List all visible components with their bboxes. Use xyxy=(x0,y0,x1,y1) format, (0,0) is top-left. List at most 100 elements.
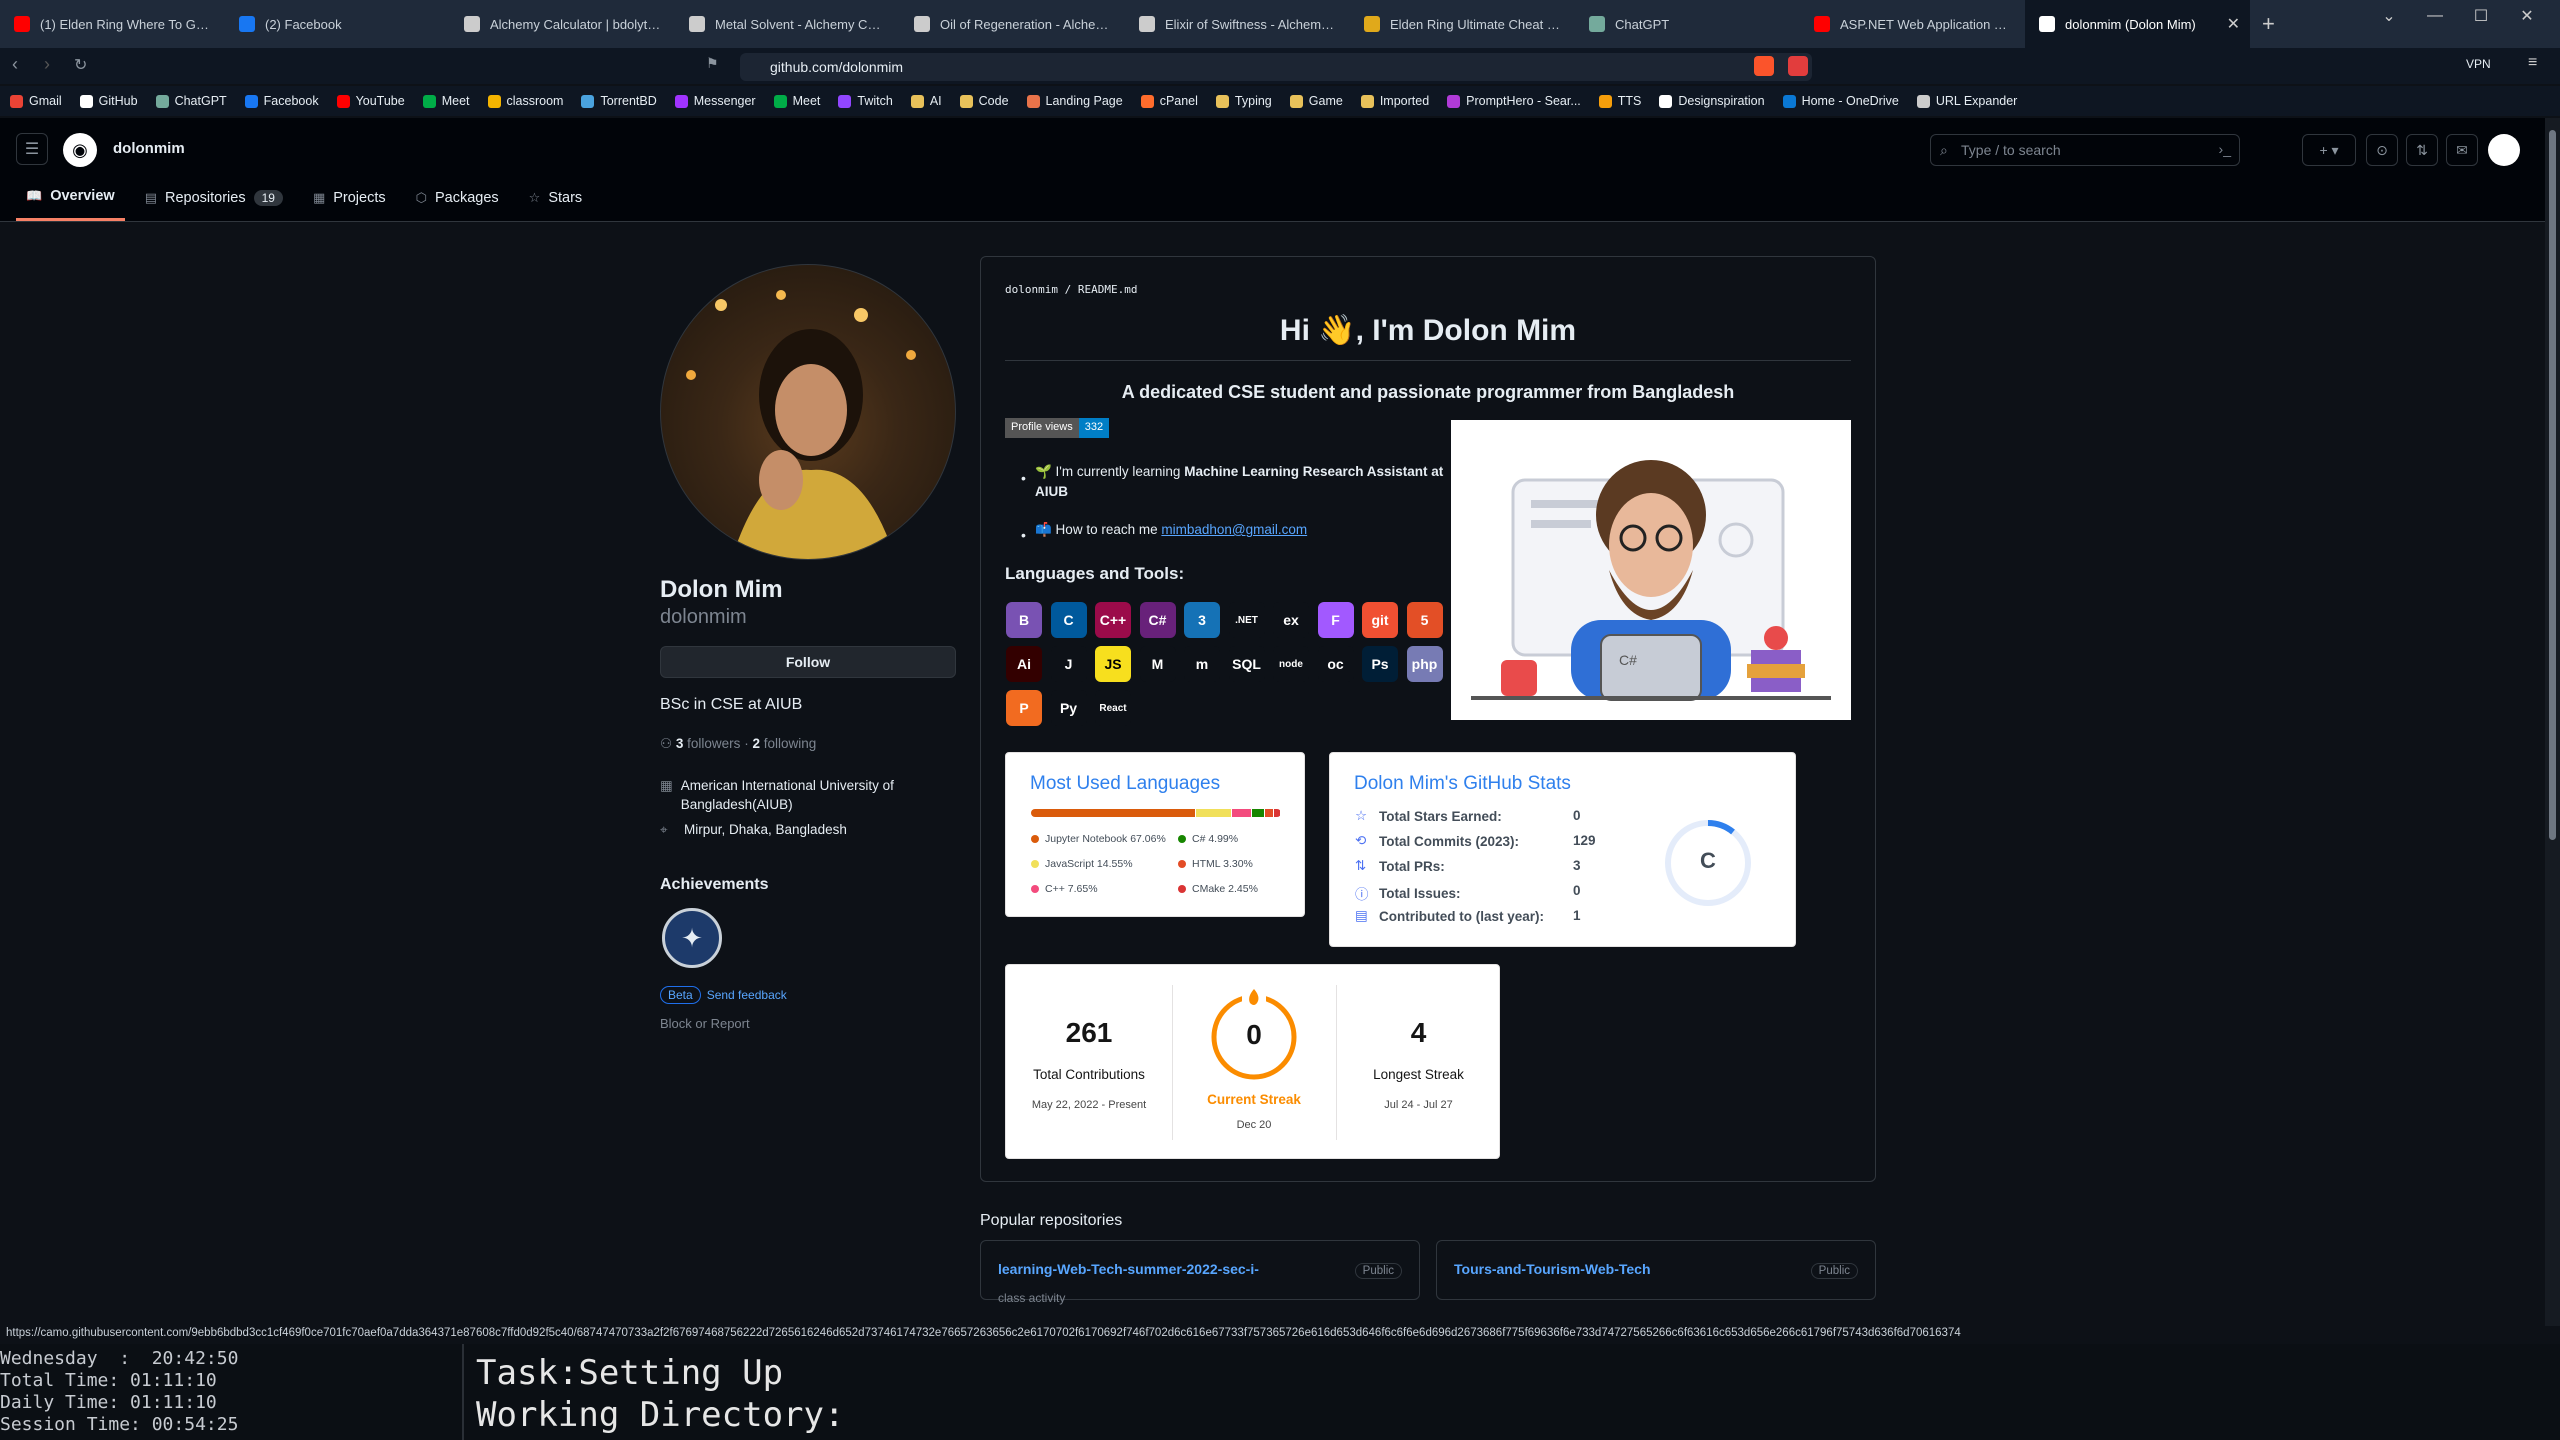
language-item: HTML 3.30% xyxy=(1178,858,1253,870)
bookmark-item[interactable]: URL Expander xyxy=(1916,94,2017,108)
bookmark-label: Landing Page xyxy=(1045,94,1123,108)
user-avatar-icon[interactable] xyxy=(2488,134,2520,166)
language-bar-segment xyxy=(1232,809,1251,817)
search-icon: ⌕ xyxy=(1940,142,1948,158)
bookmark-item[interactable]: Game xyxy=(1289,94,1343,108)
browser-tab[interactable]: Metal Solvent - Alchemy Calculato xyxy=(675,0,900,48)
maximize-button[interactable]: ☐ xyxy=(2458,0,2504,32)
header-username[interactable]: dolonmim xyxy=(113,140,185,157)
readme-path: dolonmim / README.md xyxy=(1005,283,1138,296)
inbox-icon[interactable]: ✉ xyxy=(2446,134,2478,166)
browser-tab[interactable]: Elden Ring Ultimate Cheat Engine xyxy=(1350,0,1575,48)
tab-projects[interactable]: ▦ Projects xyxy=(303,184,396,221)
new-tab-button[interactable]: + xyxy=(2250,11,2287,37)
browser-tab[interactable]: dolonmim (Dolon Mim) ✕ xyxy=(2025,0,2250,48)
hamburger-menu-icon[interactable]: ☰ xyxy=(16,133,48,165)
tab-title: Elden Ring Ultimate Cheat Engine xyxy=(1390,16,1561,32)
bookmark-icon[interactable]: ⚑ xyxy=(706,55,719,72)
reload-icon[interactable]: ↻ xyxy=(74,55,87,75)
bookmark-item[interactable]: Meet xyxy=(773,94,820,108)
tab-repositories[interactable]: ▤ Repositories 19 xyxy=(135,184,293,221)
github-logo-icon[interactable]: ◉ xyxy=(63,133,97,167)
bookmark-item[interactable]: Home - OneDrive xyxy=(1782,94,1899,108)
readme-path-file[interactable]: README.md xyxy=(1078,283,1138,296)
bookmark-item[interactable]: Designspiration xyxy=(1659,94,1765,108)
tab-packages[interactable]: ⬡ Packages xyxy=(406,184,509,221)
reach-prefix: 📫 How to reach me xyxy=(1035,522,1158,537)
tab-overview[interactable]: 📖 Overview xyxy=(16,184,125,221)
bookmark-item[interactable]: TTS xyxy=(1598,94,1641,108)
tab-stars[interactable]: ☆ Stars xyxy=(519,184,593,221)
achievement-badge-icon[interactable]: ✦ xyxy=(662,908,722,968)
tab-search-icon[interactable]: ⌄ xyxy=(2366,0,2412,32)
browser-tab[interactable]: (2) Facebook xyxy=(225,0,450,48)
bookmark-item[interactable]: Landing Page xyxy=(1026,94,1123,108)
profile-name: Dolon Mim xyxy=(660,576,783,603)
minimize-button[interactable]: — xyxy=(2412,0,2458,32)
bookmark-item[interactable]: Meet xyxy=(422,94,470,108)
profile-avatar[interactable] xyxy=(660,264,956,560)
bookmark-item[interactable]: Messenger xyxy=(674,94,756,108)
language-item: C# 4.99% xyxy=(1178,833,1238,845)
bookmark-item[interactable]: YouTube xyxy=(336,94,405,108)
bookmark-item[interactable]: Gmail xyxy=(10,94,62,108)
bookmark-item[interactable]: ChatGPT xyxy=(155,94,227,108)
following-link[interactable]: 2 following xyxy=(752,736,816,751)
issues-icon[interactable]: ⊙ xyxy=(2366,134,2398,166)
repo-link[interactable]: learning-Web-Tech-summer-2022-sec-i- xyxy=(998,1261,1259,1277)
close-window-button[interactable]: ✕ xyxy=(2504,0,2550,32)
language-dot xyxy=(1031,835,1039,843)
bookmark-item[interactable]: PromptHero - Sear... xyxy=(1447,94,1581,108)
vpn-button[interactable]: VPN xyxy=(2466,57,2491,71)
tool-icon: git xyxy=(1362,602,1398,638)
language-label: HTML 3.30% xyxy=(1192,858,1253,870)
bookmark-icon xyxy=(1289,94,1303,108)
followers-link[interactable]: 3 followers xyxy=(676,736,741,751)
bookmark-item[interactable]: AI xyxy=(910,94,942,108)
bookmark-item[interactable]: Twitch xyxy=(838,94,893,108)
repo-link[interactable]: Tours-and-Tourism-Web-Tech xyxy=(1454,1261,1651,1277)
scrollbar-thumb[interactable] xyxy=(2549,130,2556,840)
menu-icon[interactable]: ≡ xyxy=(2528,54,2537,72)
learning-prefix: 🌱 I'm currently learning xyxy=(1035,464,1181,479)
tool-icon: php xyxy=(1406,646,1443,682)
tool-icon: .NET xyxy=(1228,602,1265,638)
pull-requests-icon[interactable]: ⇅ xyxy=(2406,134,2438,166)
bookmark-item[interactable]: Facebook xyxy=(244,94,319,108)
profile-views-badge: Profile views 332 xyxy=(1005,418,1110,438)
close-tab-icon[interactable]: ✕ xyxy=(2227,14,2240,34)
browser-tab[interactable]: Elixir of Swiftness - Alchemy Calcul xyxy=(1125,0,1350,48)
bookmark-label: Facebook xyxy=(263,94,319,108)
stat-value: 0 xyxy=(1573,883,1581,898)
brave-rewards-icon[interactable] xyxy=(1788,56,1808,76)
bookmark-item[interactable]: GitHub xyxy=(79,94,138,108)
create-new-button[interactable]: + ▾ xyxy=(2302,134,2356,166)
browser-tab[interactable]: Oil of Regeneration - Alchemy Cal xyxy=(900,0,1125,48)
url-input[interactable]: github.com/dolonmim xyxy=(740,53,1812,81)
browser-tab[interactable]: Alchemy Calculator | bdolytics - Th xyxy=(450,0,675,48)
bookmark-item[interactable]: Imported xyxy=(1360,94,1429,108)
search-input[interactable]: ⌕ Type / to search ›_ xyxy=(1930,134,2240,166)
bookmark-item[interactable]: Typing xyxy=(1215,94,1272,108)
command-palette-icon[interactable]: ›_ xyxy=(2219,141,2231,157)
bookmark-item[interactable]: TorrentBD xyxy=(581,94,657,108)
stat-row: ⓘ Total Issues: xyxy=(1355,883,1461,903)
bookmark-item[interactable]: cPanel xyxy=(1140,94,1198,108)
bookmark-item[interactable]: Code xyxy=(959,94,1009,108)
follow-button[interactable]: Follow xyxy=(660,646,956,678)
brave-shield-icon[interactable] xyxy=(1754,56,1774,76)
forward-icon[interactable]: › xyxy=(44,54,50,75)
browser-tab[interactable]: ASP.NET Web Application Tutorial xyxy=(1800,0,2025,48)
bookmark-item[interactable]: classroom xyxy=(487,94,563,108)
readme-path-user[interactable]: dolonmim xyxy=(1005,283,1058,296)
back-icon[interactable]: ‹ xyxy=(12,54,18,75)
email-link[interactable]: mimbadhon@gmail.com xyxy=(1161,522,1307,537)
current-streak-label: Current Streak xyxy=(1207,1092,1301,1107)
send-feedback-link[interactable]: Send feedback xyxy=(707,988,787,1002)
browser-tab[interactable]: (1) Elden Ring Where To Go First | xyxy=(0,0,225,48)
repo-card: Tours-and-Tourism-Web-Tech Public xyxy=(1436,1240,1876,1300)
language-item: Jupyter Notebook 67.06% xyxy=(1031,833,1166,845)
block-report-link[interactable]: Block or Report xyxy=(660,1016,750,1031)
browser-tab[interactable]: ChatGPT xyxy=(1575,0,1800,48)
tool-icon: C# xyxy=(1139,602,1176,638)
